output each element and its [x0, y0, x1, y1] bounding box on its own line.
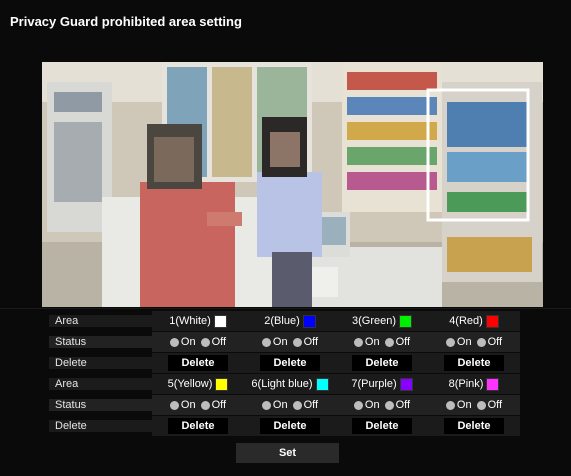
- off-option[interactable]: Off: [488, 336, 502, 348]
- off-option[interactable]: Off: [304, 336, 318, 348]
- color-swatch-icon: [215, 377, 229, 391]
- area-label: Area: [49, 378, 152, 390]
- color-swatch-icon: [399, 314, 413, 328]
- area-4: 4(Red): [428, 311, 520, 331]
- area-7: 7(Purple): [336, 374, 428, 394]
- status-area-6: On Off: [244, 395, 336, 415]
- status-area-7: On Off: [336, 395, 428, 415]
- on-option[interactable]: On: [457, 399, 472, 411]
- delete-area-2-button[interactable]: Delete: [260, 355, 320, 371]
- area-2: 2(Blue): [244, 311, 336, 331]
- delete-label: Delete: [49, 357, 152, 369]
- off-option[interactable]: Off: [212, 336, 226, 348]
- status-area-4: On Off: [428, 332, 520, 352]
- area-3-label: 3(Green): [351, 315, 397, 327]
- area-5: 5(Yellow): [152, 374, 244, 394]
- radio-icon[interactable]: [292, 337, 302, 347]
- camera-view[interactable]: [42, 62, 543, 307]
- delete-label: Delete: [49, 420, 152, 432]
- delete-row-1: Delete Delete Delete Delete Delete: [49, 353, 523, 373]
- off-option[interactable]: Off: [396, 399, 410, 411]
- delete-row-2: Delete Delete Delete Delete Delete: [49, 416, 523, 436]
- on-option[interactable]: On: [273, 336, 288, 348]
- off-option[interactable]: Off: [488, 399, 502, 411]
- area-8: 8(Pink): [428, 374, 520, 394]
- page-title: Privacy Guard prohibited area setting: [10, 14, 242, 29]
- on-option[interactable]: On: [181, 336, 196, 348]
- radio-icon[interactable]: [384, 400, 394, 410]
- area-3: 3(Green): [336, 311, 428, 331]
- radio-icon[interactable]: [200, 400, 210, 410]
- radio-icon[interactable]: [476, 337, 486, 347]
- radio-icon[interactable]: [261, 337, 271, 347]
- area-label: Area: [49, 315, 152, 327]
- area-7-label: 7(Purple): [351, 378, 397, 390]
- color-swatch-icon: [315, 377, 329, 391]
- delete-area-8-button[interactable]: Delete: [444, 418, 504, 434]
- area-row-1: Area 1(White) 2(Blue) 3(Green) 4(Red): [49, 311, 523, 331]
- delete-area-1-button[interactable]: Delete: [168, 355, 228, 371]
- on-option[interactable]: On: [273, 399, 288, 411]
- status-area-1: On Off: [152, 332, 244, 352]
- on-option[interactable]: On: [457, 336, 472, 348]
- color-swatch-icon: [302, 314, 316, 328]
- radio-icon[interactable]: [445, 337, 455, 347]
- status-row-1: Status On Off On Off On Off On Off: [49, 332, 523, 352]
- status-label: Status: [49, 336, 152, 348]
- radio-icon[interactable]: [353, 337, 363, 347]
- status-area-5: On Off: [152, 395, 244, 415]
- privacy-area-settings: Area 1(White) 2(Blue) 3(Green) 4(Red) St…: [49, 311, 523, 436]
- radio-icon[interactable]: [292, 400, 302, 410]
- area-row-2: Area 5(Yellow) 6(Light blue) 7(Purple) 8…: [49, 374, 523, 394]
- area-6-label: 6(Light blue): [251, 378, 313, 390]
- area-4-label: 4(Red): [449, 315, 483, 327]
- off-option[interactable]: Off: [212, 399, 226, 411]
- delete-area-4-button[interactable]: Delete: [444, 355, 504, 371]
- divider: [0, 308, 571, 309]
- status-area-3: On Off: [336, 332, 428, 352]
- status-label: Status: [49, 399, 152, 411]
- on-option[interactable]: On: [365, 399, 380, 411]
- area-5-label: 5(Yellow): [167, 378, 213, 390]
- off-option[interactable]: Off: [304, 399, 318, 411]
- status-area-8: On Off: [428, 395, 520, 415]
- set-button[interactable]: Set: [236, 443, 339, 463]
- status-area-2: On Off: [244, 332, 336, 352]
- on-option[interactable]: On: [181, 399, 196, 411]
- area-8-label: 8(Pink): [448, 378, 484, 390]
- on-option[interactable]: On: [365, 336, 380, 348]
- delete-area-6-button[interactable]: Delete: [260, 418, 320, 434]
- color-swatch-icon: [213, 314, 227, 328]
- radio-icon[interactable]: [261, 400, 271, 410]
- radio-icon[interactable]: [445, 400, 455, 410]
- delete-area-7-button[interactable]: Delete: [352, 418, 412, 434]
- area-1: 1(White): [152, 311, 244, 331]
- delete-area-5-button[interactable]: Delete: [168, 418, 228, 434]
- camera-image: [42, 62, 543, 307]
- delete-area-3-button[interactable]: Delete: [352, 355, 412, 371]
- radio-icon[interactable]: [169, 337, 179, 347]
- area-1-label: 1(White): [169, 315, 211, 327]
- radio-icon[interactable]: [169, 400, 179, 410]
- radio-icon[interactable]: [476, 400, 486, 410]
- color-swatch-icon: [399, 377, 413, 391]
- radio-icon[interactable]: [200, 337, 210, 347]
- area-6: 6(Light blue): [244, 374, 336, 394]
- radio-icon[interactable]: [353, 400, 363, 410]
- privacy-guard-page: Privacy Guard prohibited area setting Ar…: [0, 0, 571, 476]
- area-2-label: 2(Blue): [264, 315, 300, 327]
- color-swatch-icon: [486, 377, 500, 391]
- status-row-2: Status On Off On Off On Off On Off: [49, 395, 523, 415]
- radio-icon[interactable]: [384, 337, 394, 347]
- off-option[interactable]: Off: [396, 336, 410, 348]
- color-swatch-icon: [485, 314, 499, 328]
